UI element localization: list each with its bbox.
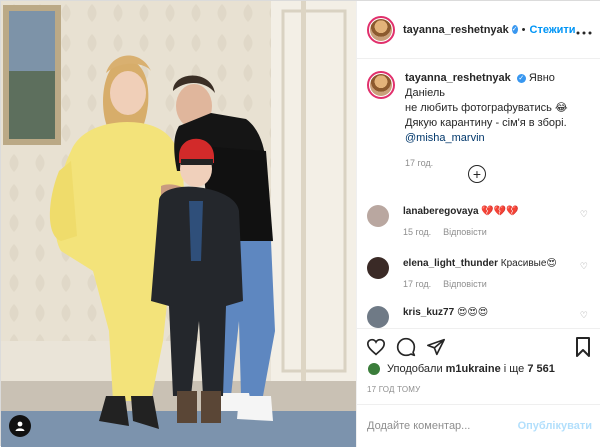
comment-username[interactable]: kris_kuz77 [403,307,454,318]
caption-time[interactable]: 17 год. [405,156,590,171]
comment-item: elena_light_thunder Красивые😍 17 год. Від… [367,257,592,289]
post-header: tayanna_reshetnyak ✓ • Стежити [357,1,600,59]
instagram-post-window: tayanna_reshetnyak ✓ • Стежити tayanna_r… [0,0,600,447]
publish-button[interactable]: Опублікувати [518,420,592,432]
caption-username[interactable]: tayanna_reshetnyak [405,72,511,84]
caption-line-3: Дякую карантину - сім'я в зборі. [405,117,567,129]
caption-mention-link[interactable]: @misha_marvin [405,132,485,144]
comment-text: Красивые😍 [500,258,557,269]
comment-like-heart-icon[interactable]: ♡ [580,310,588,321]
plus-circle-icon[interactable]: + [468,165,486,183]
heart-icon[interactable] [365,336,387,358]
comment-text: 💔💔💔 [481,206,519,217]
post-photo[interactable] [1,1,356,447]
commenter-avatar[interactable] [367,205,389,227]
likes-user[interactable]: m1ukraine [446,363,501,375]
author-username[interactable]: tayanna_reshetnyak [403,24,509,36]
likes-prefix: Уподобали [387,363,443,375]
author-avatar[interactable] [367,15,395,44]
photo-illustration [1,1,356,447]
comment-like-heart-icon[interactable]: ♡ [580,261,588,272]
post-timestamp[interactable]: 17 ГОД ТОМУ [367,385,420,394]
caption-verified-badge-icon: ✓ [516,74,526,83]
liker-avatar[interactable] [367,362,381,376]
reply-button[interactable]: Відповісти [443,279,487,289]
add-comment-bar: Опублікувати [357,404,600,447]
commenter-avatar[interactable] [367,257,389,279]
caption-author-avatar[interactable] [367,71,395,99]
comment-username[interactable]: elena_light_thunder [403,258,498,269]
caption-line-2: не любить фотографуватись 😂 [405,102,568,114]
likes-count[interactable]: 7 561 [527,363,555,375]
post-side-panel: tayanna_reshetnyak ✓ • Стежити tayanna_r… [356,1,600,447]
verified-badge-icon: ✓ [511,25,518,34]
comment-input[interactable] [367,420,518,432]
likes-suffix: і ще [503,363,525,375]
caption-text: tayanna_reshetnyak ✓ Явно Даніель не люб… [405,71,590,171]
comment-item: lanaberegovaya 💔💔💔 15 год. Відповісти ♡ [367,205,592,237]
post-action-bar [357,328,600,364]
comment-text: 😍😍😍 [456,307,489,318]
tagged-users-icon[interactable] [9,415,31,437]
likes-summary[interactable]: Уподобали m1ukraine і ще 7 561 [367,362,555,376]
comment-time: 17 год. [403,279,432,289]
comment-item: kris_kuz77 😍😍😍 ♡ [367,306,592,328]
comment-username[interactable]: lanaberegovaya [403,206,479,217]
commenter-avatar[interactable] [367,306,389,328]
reply-button[interactable]: Відповісти [443,227,487,237]
comment-like-heart-icon[interactable]: ♡ [580,209,588,220]
share-icon[interactable] [425,336,447,358]
more-options-icon[interactable] [576,22,592,38]
comment-time: 15 год. [403,227,432,237]
post-caption: tayanna_reshetnyak ✓ Явно Даніель не люб… [357,59,600,171]
header-separator: • [521,23,526,36]
follow-button[interactable]: Стежити [530,24,576,36]
bookmark-icon[interactable] [572,336,594,358]
comment-icon[interactable] [395,336,417,358]
